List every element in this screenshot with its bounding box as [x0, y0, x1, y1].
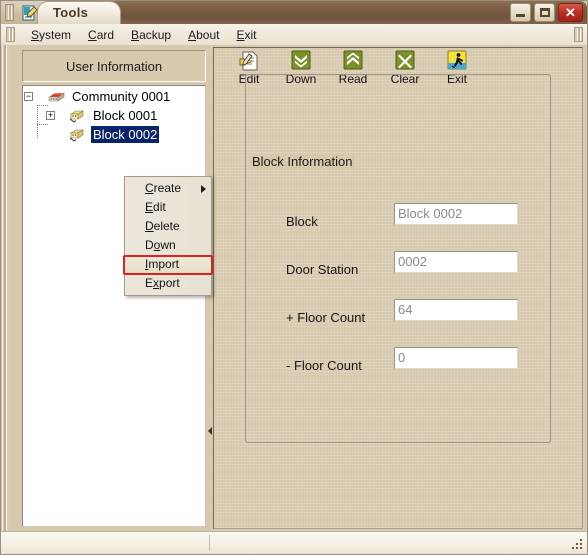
context-menu-item-import[interactable]: Import	[125, 255, 211, 274]
context-menu-item-export[interactable]: Export	[125, 274, 211, 293]
tree-view[interactable]: − Community 0001 + Block 0001 Block 0002	[22, 85, 206, 527]
door-station-field[interactable]: 0002	[394, 251, 518, 273]
tree-node-block-0001[interactable]: + Block 0001	[23, 106, 205, 125]
context-menu-item-label: Delete	[145, 219, 180, 233]
tree-node-block-0002[interactable]: Block 0002	[23, 125, 205, 144]
door-station-label: Door Station	[286, 262, 359, 277]
menu-item-backup[interactable]: Backup	[123, 26, 180, 44]
tree-context-menu: Create Edit Delete Down Import Export	[124, 176, 212, 296]
expander-expand-icon[interactable]: +	[46, 111, 55, 120]
maximize-button[interactable]	[534, 3, 555, 22]
menu-item-card[interactable]: Card	[80, 26, 123, 44]
client-area: User Information − Community 0001 + Bloc…	[1, 45, 587, 531]
menubar: System Card Backup About Exit	[1, 24, 587, 45]
maximize-icon	[540, 8, 550, 17]
expander-collapse-icon[interactable]: −	[24, 92, 33, 101]
close-icon: ✕	[565, 5, 576, 20]
cross-x-icon	[394, 50, 416, 72]
tree-node-label: Block 0001	[93, 108, 158, 123]
application-window: Tools ✕ System Card Backup About Exit Us…	[0, 0, 588, 555]
tree-node-label: Community 0001	[72, 89, 171, 104]
menu-item-exit[interactable]: Exit	[228, 26, 265, 44]
window-controls: ✕	[510, 3, 583, 22]
context-menu-item-delete[interactable]: Delete	[125, 217, 211, 236]
statusbar-separator	[209, 535, 210, 551]
menu-item-system[interactable]: System	[23, 26, 80, 44]
statusbar	[1, 531, 587, 554]
left-edge-decoration	[1, 45, 10, 531]
menu-item-about[interactable]: About	[180, 26, 228, 44]
titlebar: Tools ✕	[1, 1, 587, 24]
context-menu-item-label: Edit	[145, 200, 166, 214]
plus-floor-count-field[interactable]: 64	[394, 299, 518, 321]
community-building-icon	[47, 88, 66, 108]
minus-floor-count-label: - Floor Count	[286, 358, 362, 373]
edit-document-icon	[238, 50, 260, 72]
double-chevron-down-icon	[290, 50, 312, 72]
resize-grip-icon[interactable]	[571, 538, 584, 551]
context-menu-item-label: Create	[145, 181, 182, 195]
minus-floor-count-field[interactable]: 0	[394, 347, 518, 369]
context-menu-item-label: Export	[145, 276, 180, 290]
context-menu-item-label: Import	[145, 257, 180, 271]
titlebar-grip	[5, 4, 14, 21]
block-field[interactable]: Block 0002	[394, 203, 518, 225]
tree-node-community-0001[interactable]: − Community 0001	[23, 87, 205, 106]
user-information-header: User Information	[22, 50, 206, 82]
right-panel: Edit Down Read Clear Exit Block Informat…	[213, 47, 583, 529]
context-menu-item-create[interactable]: Create	[125, 179, 211, 198]
chevron-right-icon	[201, 185, 206, 193]
window-title: Tools	[53, 5, 89, 20]
splitter-collapse-arrow-icon[interactable]	[208, 427, 212, 435]
running-man-exit-icon	[446, 50, 468, 72]
user-information-label: User Information	[65, 58, 163, 74]
block-information-title: Block Information	[249, 154, 356, 169]
menubar-grip[interactable]	[6, 27, 15, 42]
tree-node-label-selected: Block 0002	[91, 126, 160, 143]
context-menu-item-edit[interactable]: Edit	[125, 198, 211, 217]
context-menu-item-down[interactable]: Down	[125, 236, 211, 255]
plus-floor-count-label: + Floor Count	[286, 310, 366, 325]
block-building-icon	[69, 107, 86, 127]
double-chevron-up-icon	[342, 50, 364, 72]
minimize-button[interactable]	[510, 3, 531, 22]
minimize-icon	[516, 14, 525, 17]
menubar-grip-right[interactable]	[574, 27, 583, 42]
block-building-icon	[69, 126, 86, 146]
block-label: Block	[286, 214, 318, 229]
context-menu-item-label: Down	[145, 238, 176, 252]
close-button[interactable]: ✕	[558, 3, 583, 22]
